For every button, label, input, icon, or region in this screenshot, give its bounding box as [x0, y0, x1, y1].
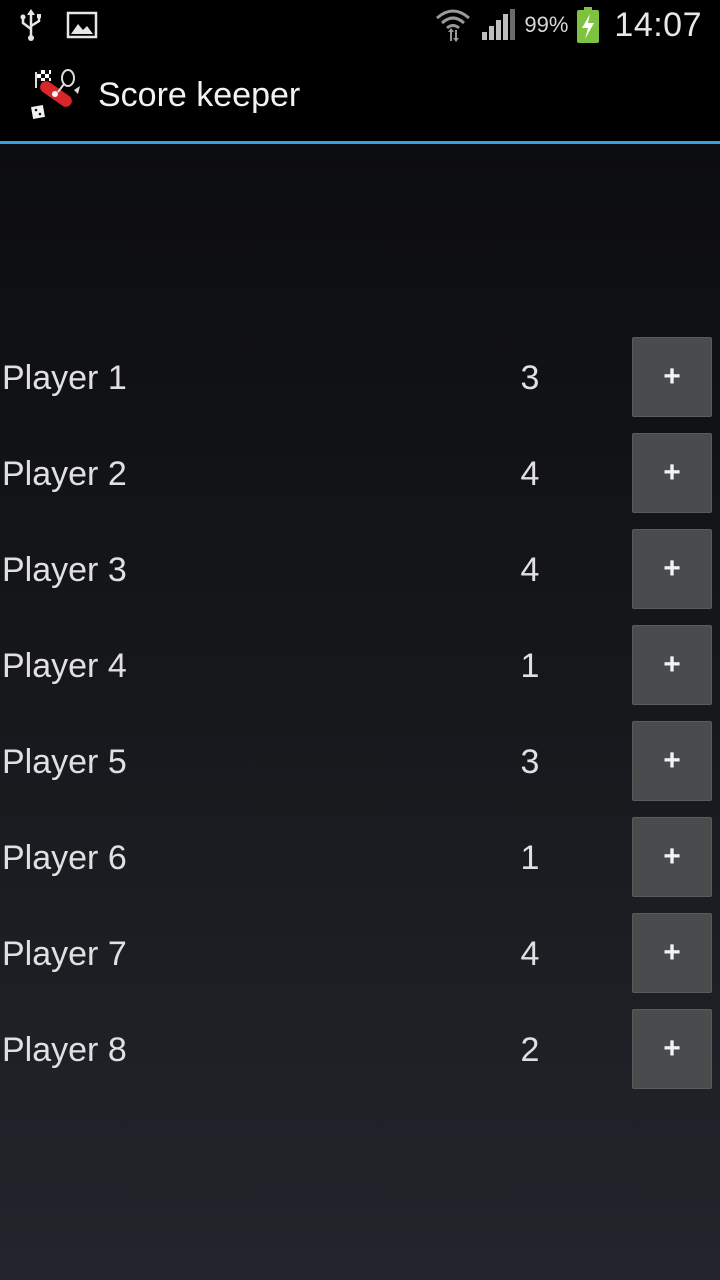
add-point-button[interactable]: +	[632, 1009, 712, 1089]
player-row: Player 8 2 +	[0, 1009, 720, 1105]
player-score: 2	[520, 1030, 540, 1069]
player-score: 1	[520, 646, 540, 685]
player-row: Player 5 3 +	[0, 721, 720, 817]
battery-percent: 99%	[524, 12, 569, 37]
add-point-button[interactable]: +	[632, 625, 712, 705]
add-point-button[interactable]: +	[632, 913, 712, 993]
image-notification-icon	[66, 11, 98, 39]
player-score: 4	[520, 550, 540, 589]
status-clock: 14:07	[614, 5, 702, 44]
player-name: Player 7	[2, 934, 127, 973]
player-row: Player 6 1 +	[0, 817, 720, 913]
player-name: Player 4	[2, 646, 127, 685]
player-row: Player 2 4 +	[0, 433, 720, 529]
wifi-icon	[434, 6, 472, 44]
player-row: Player 4 1 +	[0, 625, 720, 721]
app-title: Score keeper	[98, 76, 301, 114]
app-logo-icon[interactable]	[28, 66, 82, 126]
status-bar-left	[18, 7, 98, 43]
battery-charging-icon	[576, 6, 600, 44]
add-point-button[interactable]: +	[632, 337, 712, 417]
status-bar: 99% 14:07	[0, 0, 720, 50]
player-name: Player 1	[2, 358, 127, 397]
add-point-button[interactable]: +	[632, 817, 712, 897]
player-score: 1	[520, 838, 540, 877]
player-row: Player 3 4 +	[0, 529, 720, 625]
player-name: Player 2	[2, 454, 127, 493]
player-score: 4	[520, 454, 540, 493]
player-name: Player 6	[2, 838, 127, 877]
add-point-button[interactable]: +	[632, 529, 712, 609]
player-score: 3	[520, 742, 540, 781]
signal-icon	[480, 8, 516, 42]
usb-icon	[18, 7, 44, 43]
status-bar-right: 99% 14:07	[434, 6, 702, 45]
player-list: Player 1 3 + Player 2 4 + Player 3 4 + Player 4 1 +…	[0, 337, 720, 1105]
player-score: 4	[520, 934, 540, 973]
player-score: 3	[520, 358, 540, 397]
player-name: Player 3	[2, 550, 127, 589]
action-bar: Score keeper	[0, 50, 720, 144]
player-name: Player 8	[2, 1030, 127, 1069]
add-point-button[interactable]: +	[632, 433, 712, 513]
player-name: Player 5	[2, 742, 127, 781]
add-point-button[interactable]: +	[632, 721, 712, 801]
player-row: Player 1 3 +	[0, 337, 720, 433]
player-row: Player 7 4 +	[0, 913, 720, 1009]
